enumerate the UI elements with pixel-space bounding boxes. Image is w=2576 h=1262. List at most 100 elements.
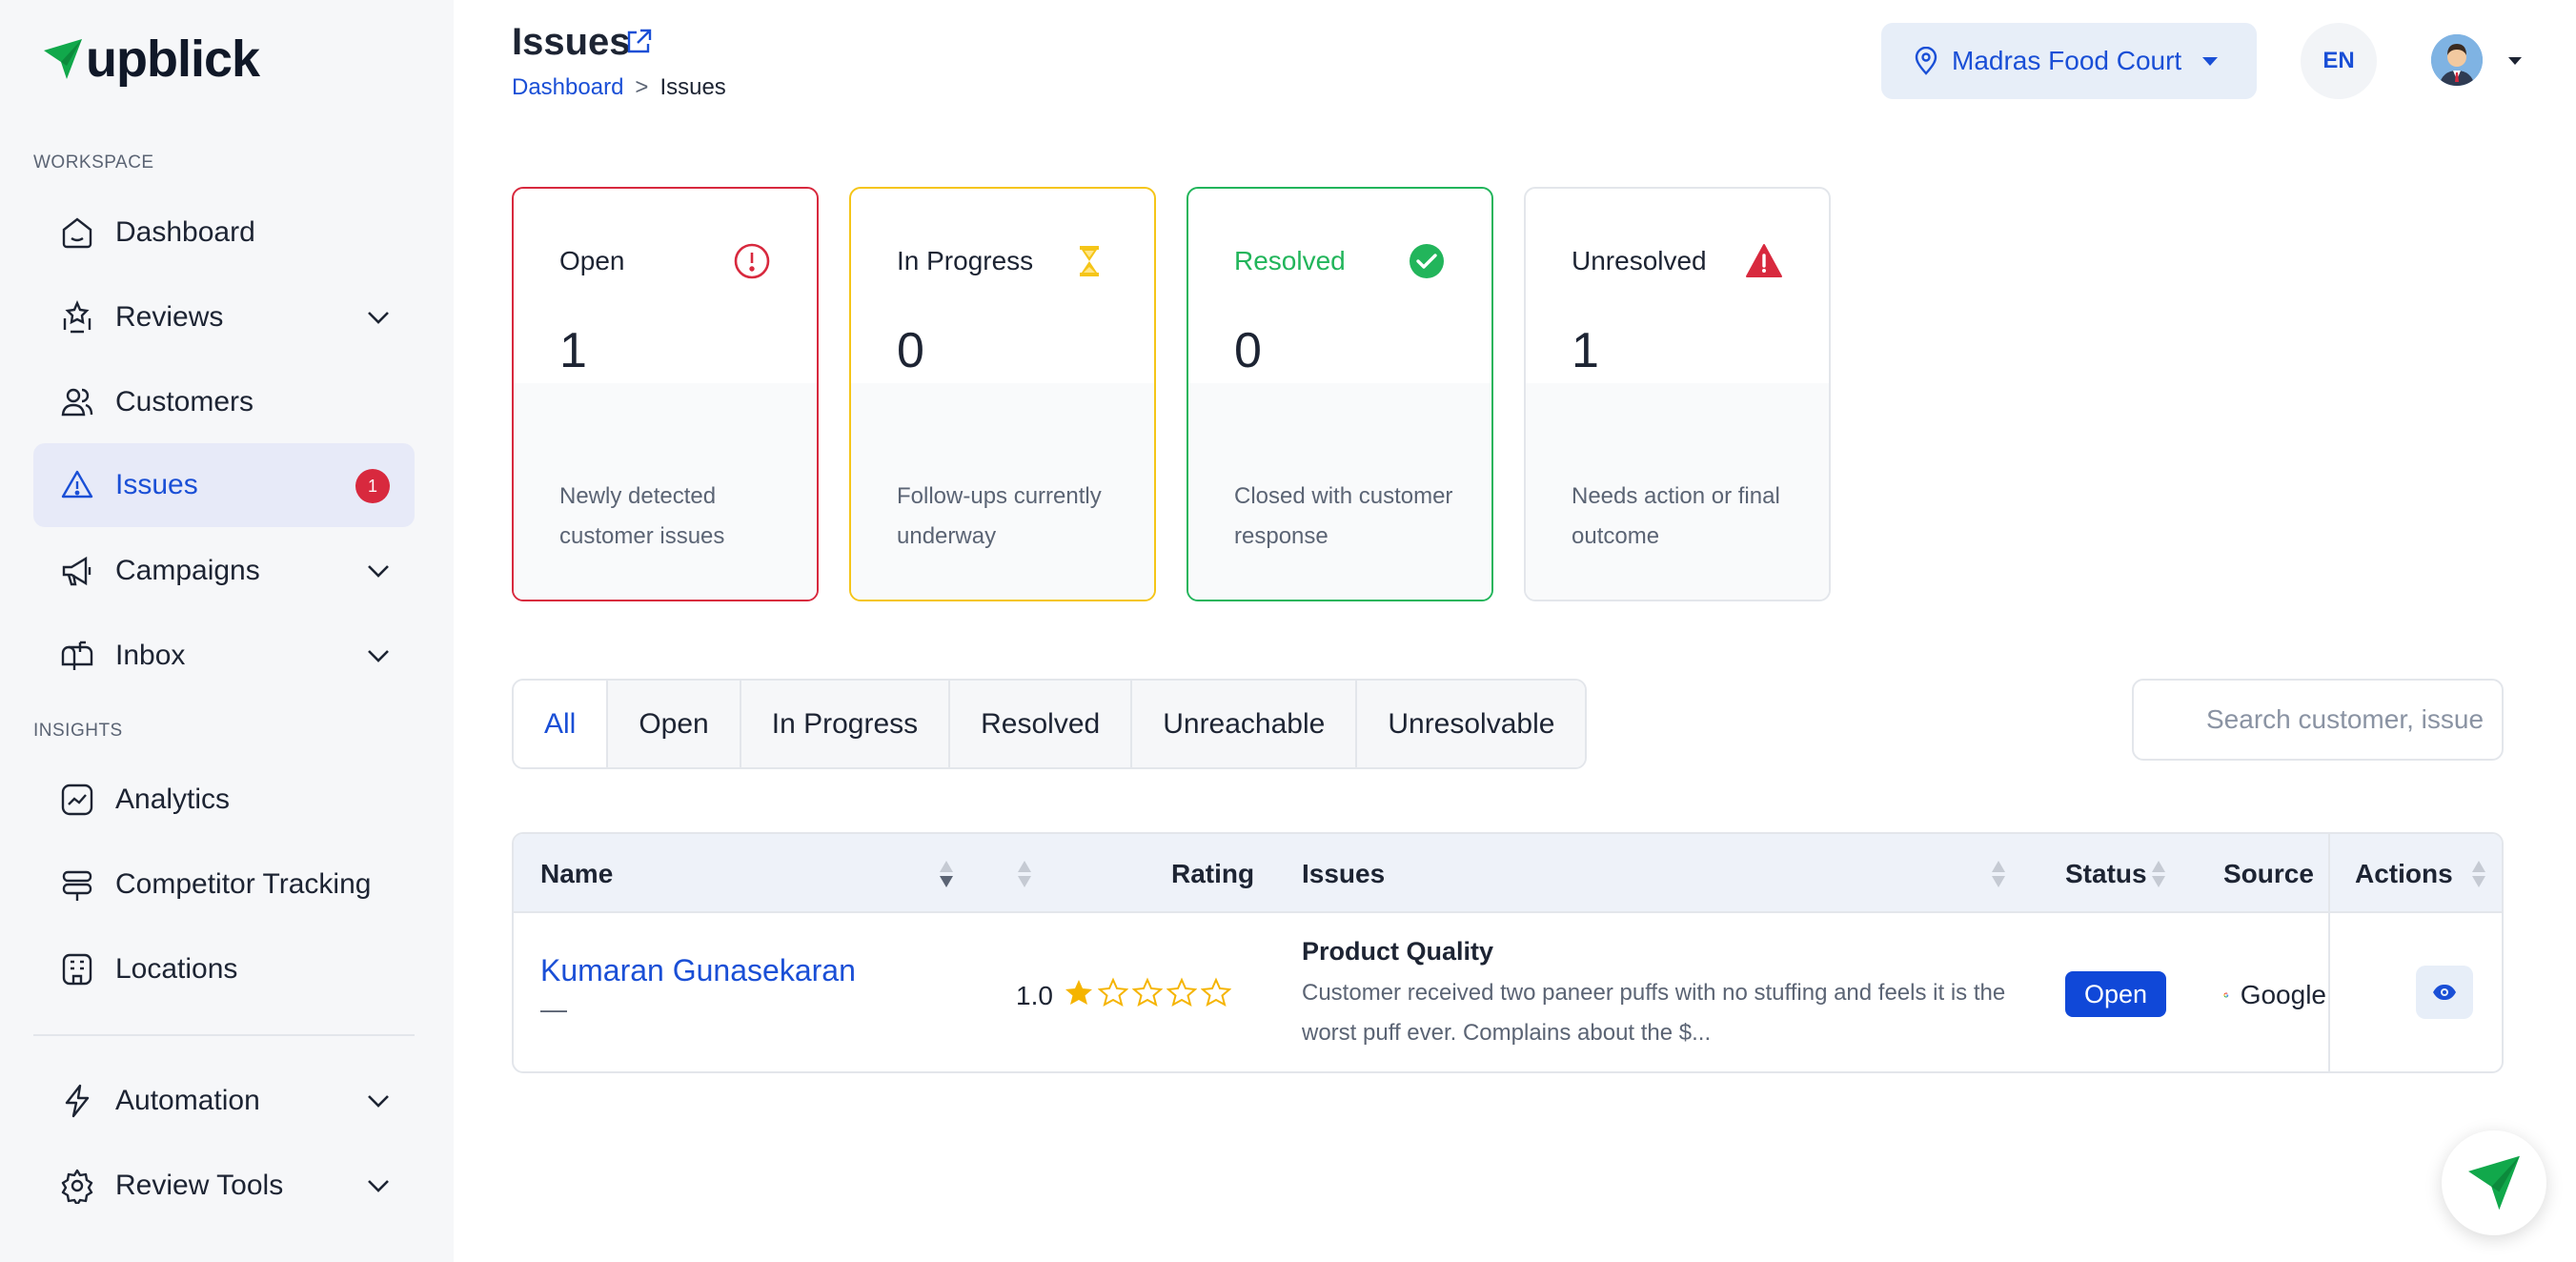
bolt-icon	[58, 1082, 96, 1120]
actions-column-divider	[2328, 834, 2330, 1071]
tab-in-progress[interactable]: In Progress	[739, 681, 949, 767]
sidebar-item-competitor-tracking[interactable]: Competitor Tracking	[33, 843, 415, 926]
sidebar-item-label: Reviews	[115, 301, 224, 333]
card-title: In Progress	[897, 246, 1034, 275]
sidebar-item-dashboard[interactable]: Dashboard	[33, 191, 415, 275]
search-input[interactable]	[2134, 681, 2502, 759]
sort-icon[interactable]	[1991, 859, 2006, 889]
chevron-down-icon	[368, 1095, 389, 1108]
customer-subtext: —	[540, 994, 567, 1024]
location-selector[interactable]: Madras Food Court	[1881, 23, 2257, 99]
rating-value: 1.0	[1016, 981, 1053, 1010]
breadcrumb-current: Issues	[659, 74, 726, 100]
building-icon	[58, 950, 96, 988]
avatar-caret-icon[interactable]	[2508, 57, 2522, 65]
sidebar-item-review-tools[interactable]: Review Tools	[33, 1144, 415, 1228]
issue-description: Customer received two paneer puffs with …	[1302, 980, 2006, 1046]
card-value: 0	[1234, 323, 1262, 378]
star-empty-icon	[1098, 977, 1128, 1008]
sidebar-item-label: Inbox	[115, 640, 186, 671]
column-header-status[interactable]: Status	[2065, 834, 2147, 913]
status-filter-tabs: All Open In Progress Resolved Unreachabl…	[512, 679, 1588, 769]
logo-arrow-icon	[2468, 1155, 2520, 1211]
sidebar-item-label: Issues	[115, 469, 198, 500]
view-issue-button[interactable]	[2416, 966, 2473, 1019]
breadcrumb-separator: >	[635, 74, 649, 100]
mailbox-icon	[58, 637, 96, 675]
sidebar-item-customers[interactable]: Customers	[33, 360, 415, 444]
review-source: Google	[2223, 971, 2326, 1019]
sidebar-item-campaigns[interactable]: Campaigns	[33, 529, 415, 613]
sidebar-item-label: Dashboard	[115, 216, 255, 248]
sidebar-item-issues[interactable]: Issues 1	[33, 443, 415, 527]
column-header-rating[interactable]: Rating	[1171, 834, 1254, 913]
stat-card-resolved[interactable]: Resolved 0 Closed with customer response	[1187, 187, 1493, 601]
sidebar-item-label: Analytics	[115, 784, 231, 815]
sidebar-divider	[33, 1034, 415, 1036]
star-filled-icon	[1065, 980, 1092, 1005]
card-description: Closed with customer response	[1234, 483, 1453, 549]
tab-open[interactable]: Open	[606, 681, 740, 767]
column-header-name[interactable]: Name	[540, 834, 613, 913]
chevron-down-icon	[368, 1180, 389, 1192]
tab-unresolvable[interactable]: Unresolvable	[1355, 681, 1586, 767]
issues-count-badge: 1	[355, 469, 390, 503]
tab-unreachable[interactable]: Unreachable	[1130, 681, 1356, 767]
sort-icon[interactable]	[2471, 859, 2486, 889]
chevron-down-icon	[368, 650, 389, 662]
google-icon	[2223, 992, 2229, 998]
external-link-icon[interactable]	[623, 27, 654, 57]
breadcrumb-dashboard-link[interactable]: Dashboard	[512, 74, 623, 101]
card-description: Needs action or final outcome	[1572, 483, 1780, 549]
sort-icon[interactable]	[939, 859, 954, 889]
tab-all[interactable]: All	[514, 681, 607, 767]
sidebar-item-label: Competitor Tracking	[115, 868, 372, 900]
column-header-issues[interactable]: Issues	[1302, 834, 1385, 913]
workspace-section-label: WORKSPACE	[33, 153, 154, 173]
warning-triangle-icon	[1746, 244, 1782, 277]
insights-section-label: INSIGHTS	[33, 721, 123, 741]
issue-category: Product Quality	[1302, 937, 1494, 966]
sidebar-item-label: Customers	[115, 386, 254, 417]
card-value: 0	[897, 323, 924, 378]
upblick-assistant-button[interactable]	[2442, 1130, 2546, 1235]
card-title: Unresolved	[1572, 246, 1707, 275]
star-empty-icon	[1166, 977, 1197, 1008]
sidebar-item-automation[interactable]: Automation	[33, 1059, 415, 1143]
sidebar-item-analytics[interactable]: Analytics	[33, 758, 415, 842]
card-title: Resolved	[1234, 246, 1346, 275]
card-value: 1	[559, 323, 587, 378]
stat-card-in-progress[interactable]: In Progress 0 Follow-ups currently under…	[849, 187, 1156, 601]
card-title: Open	[559, 246, 625, 275]
sidebar-item-label: Campaigns	[115, 555, 260, 586]
chevron-down-icon	[368, 312, 389, 324]
page-title: Issues	[512, 21, 631, 63]
check-circle-icon	[1410, 244, 1444, 278]
map-pin-icon	[1915, 47, 1937, 75]
chevron-down-icon	[368, 565, 389, 578]
upblick-logo[interactable]: upblick	[42, 29, 260, 90]
stat-card-open[interactable]: Open 1 Newly detected customer issues	[512, 187, 819, 601]
sidebar-item-reviews[interactable]: Reviews	[33, 275, 415, 359]
alert-circle-icon	[734, 243, 770, 279]
logo-arrow-icon	[44, 39, 82, 79]
column-header-source[interactable]: Source	[2223, 834, 2314, 913]
language-selector[interactable]: EN	[2301, 23, 2377, 99]
stat-card-unresolved[interactable]: Unresolved 1 Needs action or final outco…	[1524, 187, 1831, 601]
sort-icon[interactable]	[2151, 859, 2166, 889]
sidebar-item-inbox[interactable]: Inbox	[33, 614, 415, 698]
card-description: Follow-ups currently underway	[897, 483, 1102, 549]
location-name: Madras Food Court	[1952, 46, 2182, 75]
home-icon	[58, 214, 96, 252]
star-rating	[1064, 977, 1231, 1008]
sort-icon[interactable]	[1017, 859, 1032, 889]
star-empty-icon	[1201, 977, 1231, 1008]
sidebar-item-label: Review Tools	[115, 1170, 284, 1201]
avatar[interactable]	[2431, 34, 2483, 86]
sidebar-item-locations[interactable]: Locations	[33, 927, 415, 1011]
customer-name-link[interactable]: Kumaran Gunasekaran	[540, 953, 856, 988]
tab-resolved[interactable]: Resolved	[948, 681, 1131, 767]
gear-icon	[58, 1167, 96, 1205]
column-header-actions: Actions	[2355, 858, 2453, 888]
caret-down-icon	[2202, 56, 2219, 66]
